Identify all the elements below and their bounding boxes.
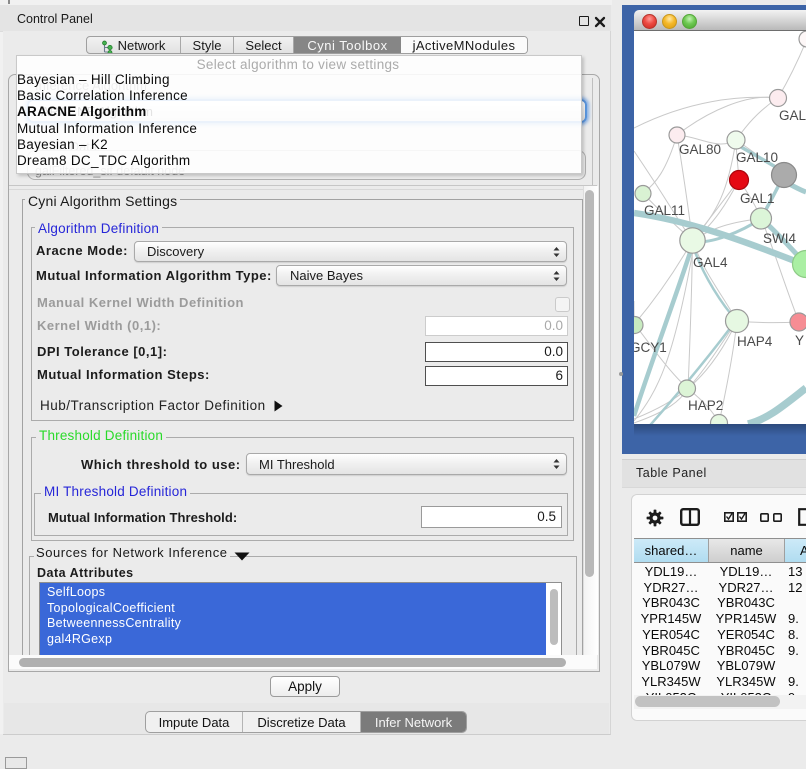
svg-text:GAL1: GAL1 — [740, 191, 775, 206]
svg-text:SWI4: SWI4 — [763, 231, 796, 246]
svg-text:Y: Y — [795, 333, 804, 348]
svg-text:GAL10: GAL10 — [736, 150, 778, 165]
svg-text:HAP4: HAP4 — [737, 334, 773, 349]
svg-text:GAL80: GAL80 — [679, 142, 721, 157]
svg-text:GAL: GAL — [779, 108, 806, 123]
svg-text:GCY1: GCY1 — [634, 340, 667, 355]
svg-text:HAP2: HAP2 — [688, 398, 723, 413]
svg-text:GAL11: GAL11 — [644, 203, 685, 218]
svg-text:GAL4: GAL4 — [693, 255, 728, 270]
